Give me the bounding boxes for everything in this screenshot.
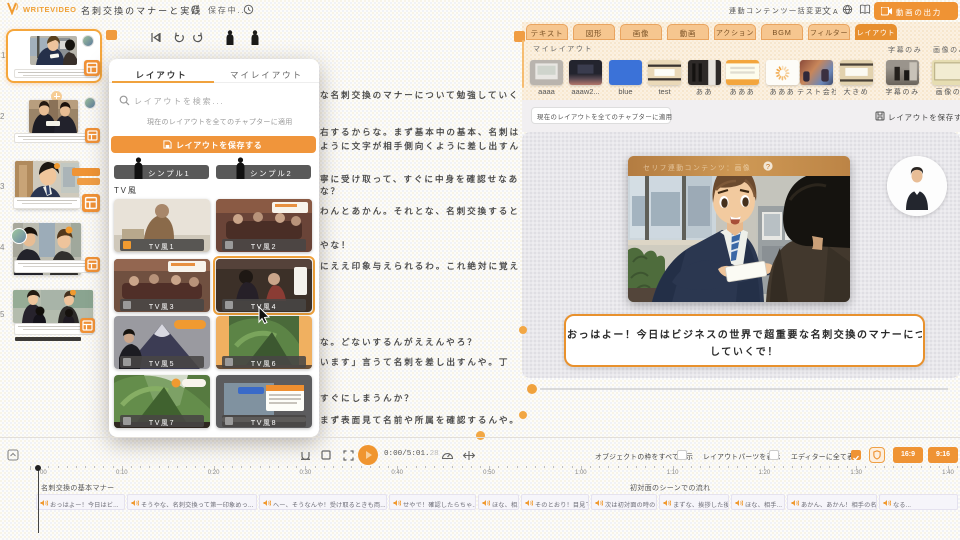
- svg-text:?: ?: [766, 162, 770, 171]
